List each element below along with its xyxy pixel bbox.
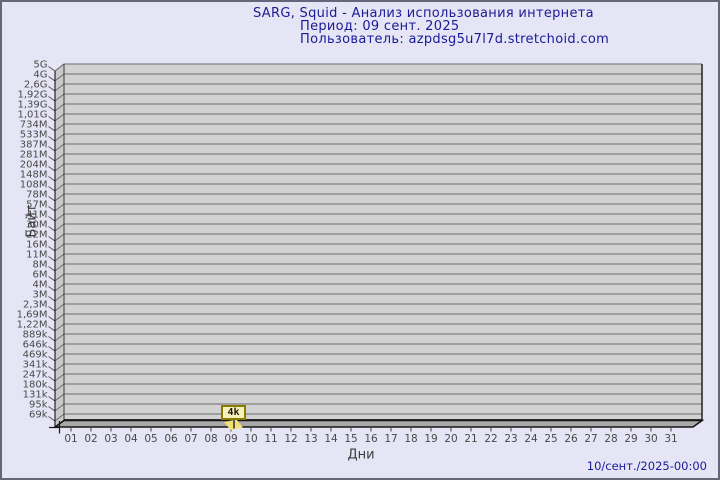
x-axis-tick-label: 28 [604,433,617,445]
y-axis-tick [48,326,56,332]
y-axis-tick [48,296,56,302]
x-axis-tick-label: 16 [364,433,378,445]
y-axis-tick [48,396,56,402]
y-axis-tick [48,346,56,352]
y-axis-tick [48,206,56,212]
y-axis-tick [48,76,56,82]
plot-area [64,64,702,420]
x-axis-tick-label: 24 [524,433,538,445]
y-axis-tick [48,166,56,172]
x-axis-tick-label: 04 [124,433,138,445]
x-axis-tick-label: 12 [284,433,297,445]
report-timestamp: 10/сент./2025-00:00 [586,459,707,473]
x-axis-tick-label: 26 [564,433,578,445]
y-axis-tick [48,106,56,112]
y-axis-tick [48,116,56,122]
y-axis-tick [48,286,56,292]
y-axis-tick [48,316,56,322]
peak-value-marker: 4k [221,405,246,420]
x-axis-tick-label: 03 [104,433,117,445]
x-axis-tick-label: 05 [144,433,157,445]
chart-canvas: 5G4G2,6G1,92G1,39G1,01G734M533M387M281M2… [17,60,705,445]
x-axis-tick-label: 11 [264,433,277,445]
plot-floor [52,419,705,428]
y-axis-tick [48,336,56,342]
y-axis-tick [48,66,56,72]
x-axis-tick-label: 21 [464,433,477,445]
y-axis-tick [48,246,56,252]
y-axis-tick [48,376,56,382]
y-axis-tick [48,186,56,192]
y-axis-tick [48,236,56,242]
x-axis-tick-label: 06 [164,433,178,445]
y-axis-tick [48,196,56,202]
y-axis-tick [48,366,56,372]
x-axis-tick-label: 20 [444,433,457,445]
x-axis-tick-label: 30 [644,433,657,445]
y-axis-tick [48,96,56,102]
x-axis-tick-label: 15 [344,433,357,445]
x-axis-tick-label: 01 [64,433,77,445]
y-axis-tick [48,226,56,232]
y-axis-tick [48,386,56,392]
x-axis-tick-label: 14 [324,433,338,445]
x-axis-tick-label: 09 [224,433,237,445]
x-axis-tick-label: 08 [204,433,217,445]
y-axis-tick [48,266,56,272]
y-axis-tick [48,416,56,422]
x-axis-tick-label: 02 [84,433,97,445]
y-axis-tick [48,256,56,262]
y-axis-title: Байт [24,204,40,238]
y-axis-tick [48,216,56,222]
y-axis-tick-label: 69k [29,410,48,421]
x-axis-tick-label: 19 [424,433,437,445]
y-axis-tick [48,276,56,282]
x-axis-tick-label: 27 [584,433,597,445]
x-axis-tick-label: 22 [484,433,497,445]
y-axis-tick [48,176,56,182]
x-axis-tick-label: 17 [384,433,397,445]
y-axis-tick [48,406,56,412]
y-axis-tick [48,126,56,132]
x-axis-tick-label: 13 [304,433,317,445]
y-axis-tick [48,146,56,152]
x-axis-tick-label: 07 [184,433,197,445]
sarg-report-chart: SARG, Squid - Анализ использования интер… [0,0,720,480]
x-axis-tick-label: 18 [404,433,417,445]
x-axis-title: Дни [347,447,375,463]
x-axis-tick-label: 31 [664,433,677,445]
x-axis-tick-label: 25 [544,433,557,445]
y-axis-tick [48,136,56,142]
y-axis-tick [48,356,56,362]
y-axis-tick [48,306,56,312]
y-axis-tick [48,86,56,92]
x-axis-tick-label: 29 [624,433,637,445]
y-axis-tick [48,156,56,162]
x-axis-tick-label: 10 [244,433,257,445]
x-axis-tick-label: 23 [504,433,517,445]
